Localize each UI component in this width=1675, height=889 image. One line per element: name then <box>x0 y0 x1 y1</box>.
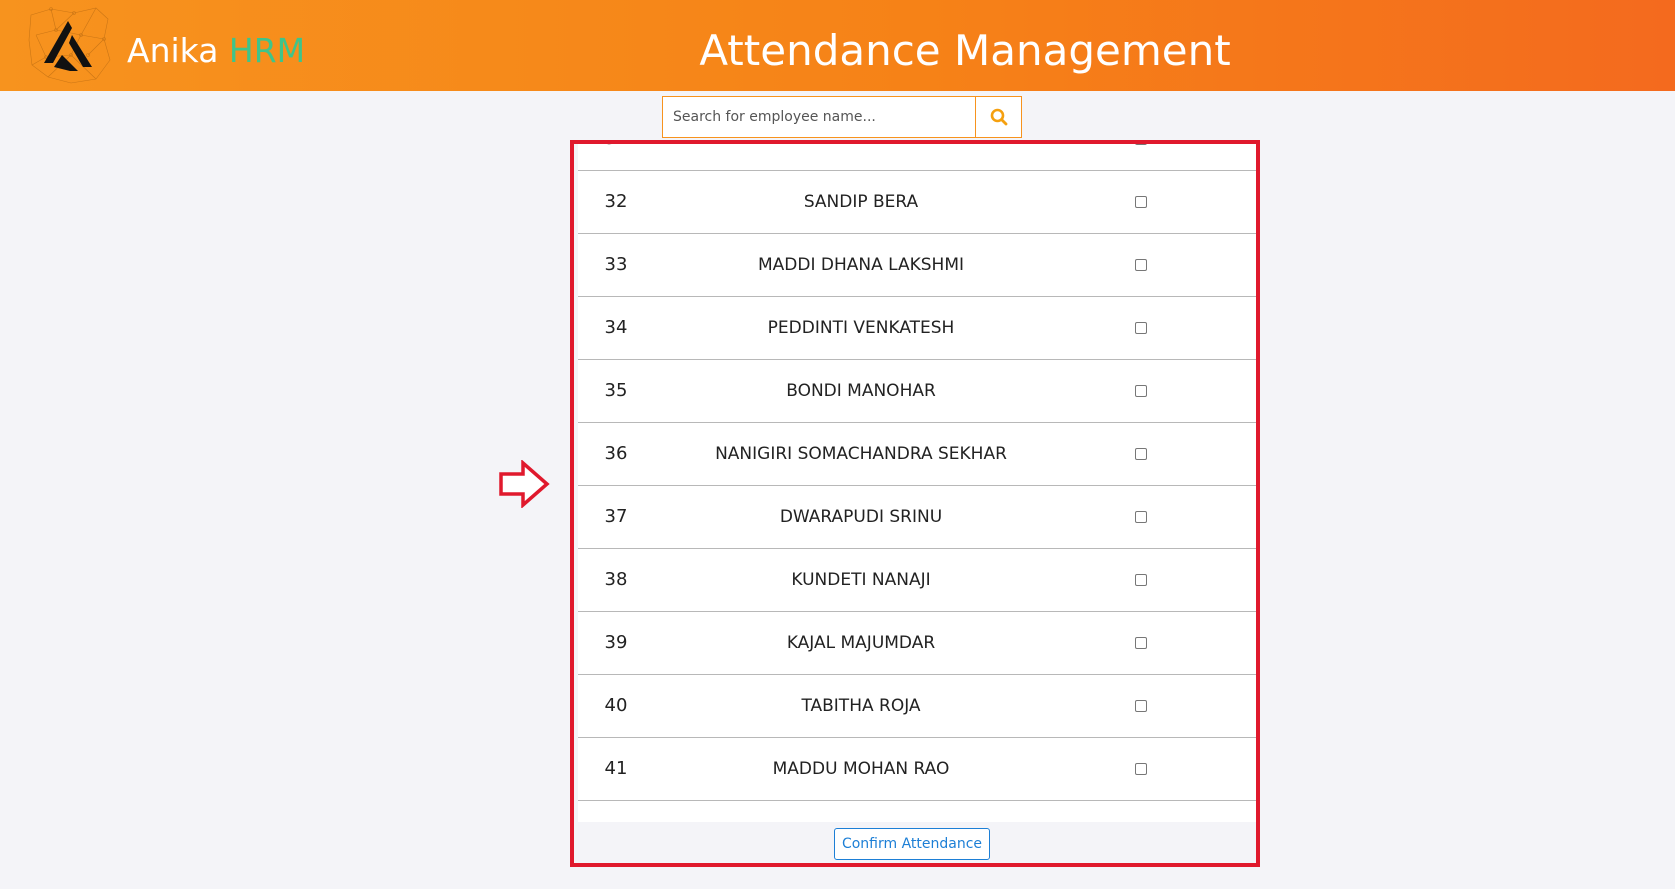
employee-name: DWARAPUDI SRINU <box>779 507 943 527</box>
employee-name: TABITHA ROJA <box>801 696 921 716</box>
employee-name: PEDDINTI VENKATESH <box>767 318 955 338</box>
attendance-checkbox[interactable] <box>1135 144 1147 145</box>
attendance-checkbox[interactable] <box>1135 637 1147 649</box>
employee-number: 41 <box>604 758 628 779</box>
search-button[interactable] <box>975 97 1021 137</box>
attendance-checkbox[interactable] <box>1135 259 1147 271</box>
employee-name: BONDI MANOHAR <box>786 381 936 401</box>
app-header: Anika HRM Attendance Management <box>0 0 1675 91</box>
employee-name: KUNDETI NANAJI <box>791 570 931 590</box>
employee-number: 37 <box>604 506 628 527</box>
table-row: 39 KAJAL MAJUMDAR <box>578 612 1256 675</box>
employee-number: 34 <box>604 317 628 338</box>
attendance-checkbox[interactable] <box>1135 574 1147 586</box>
attendance-checkbox[interactable] <box>1135 763 1147 775</box>
arrow-right-icon <box>499 460 550 508</box>
attendance-checkbox[interactable] <box>1135 448 1147 460</box>
attendance-checkbox[interactable] <box>1135 322 1147 334</box>
table-row: 34 PEDDINTI VENKATESH <box>578 297 1256 360</box>
table-row: 32 SANDIP BERA <box>578 171 1256 234</box>
employee-number: 32 <box>604 191 628 212</box>
search-input[interactable] <box>663 97 975 137</box>
employee-number: 33 <box>604 254 628 275</box>
employee-rows: 31 DODDI DINESH KUMAR 32 SANDIP BERA 33 MADDI… <box>578 144 1256 801</box>
panel-footer: Confirm Attendance <box>578 822 1256 863</box>
table-row: 33 MADDI DHANA LAKSHMI <box>578 234 1256 297</box>
employee-name: NANIGIRI SOMACHANDRA SEKHAR <box>715 444 1007 464</box>
search-bar <box>662 96 1022 138</box>
search-icon <box>990 108 1007 126</box>
employee-number: 31 <box>588 144 644 170</box>
employee-number: 39 <box>604 632 628 653</box>
employee-number: 38 <box>604 569 628 590</box>
table-row: 35 BONDI MANOHAR <box>578 360 1256 423</box>
attendance-checkbox[interactable] <box>1135 385 1147 397</box>
employee-number: 36 <box>604 443 628 464</box>
table-row: 40 TABITHA ROJA <box>578 675 1256 738</box>
page-title: Attendance Management <box>699 26 1231 75</box>
attendance-checkbox[interactable] <box>1135 511 1147 523</box>
table-row: 38 KUNDETI NANAJI <box>578 549 1256 612</box>
employee-name: MADDU MOHAN RAO <box>772 759 950 779</box>
employee-number: 40 <box>604 695 628 716</box>
employee-name: MADDI DHANA LAKSHMI <box>757 255 965 275</box>
employee-table[interactable]: 31 DODDI DINESH KUMAR 32 SANDIP BERA 33 MADDI… <box>578 144 1256 822</box>
confirm-attendance-button[interactable]: Confirm Attendance <box>834 828 990 860</box>
table-row: 31 DODDI DINESH KUMAR <box>578 144 1256 171</box>
attendance-panel: 31 DODDI DINESH KUMAR 32 SANDIP BERA 33 MADDI… <box>570 140 1260 867</box>
employee-number: 35 <box>604 380 628 401</box>
attendance-checkbox[interactable] <box>1135 700 1147 712</box>
table-row: 36 NANIGIRI SOMACHANDRA SEKHAR <box>578 423 1256 486</box>
employee-name: DODDI DINESH KUMAR <box>674 144 1048 170</box>
employee-name: KAJAL MAJUMDAR <box>786 633 936 653</box>
table-row: 41 MADDU MOHAN RAO <box>578 738 1256 801</box>
employee-name: SANDIP BERA <box>803 192 919 212</box>
attendance-checkbox[interactable] <box>1135 196 1147 208</box>
table-row: 37 DWARAPUDI SRINU <box>578 486 1256 549</box>
